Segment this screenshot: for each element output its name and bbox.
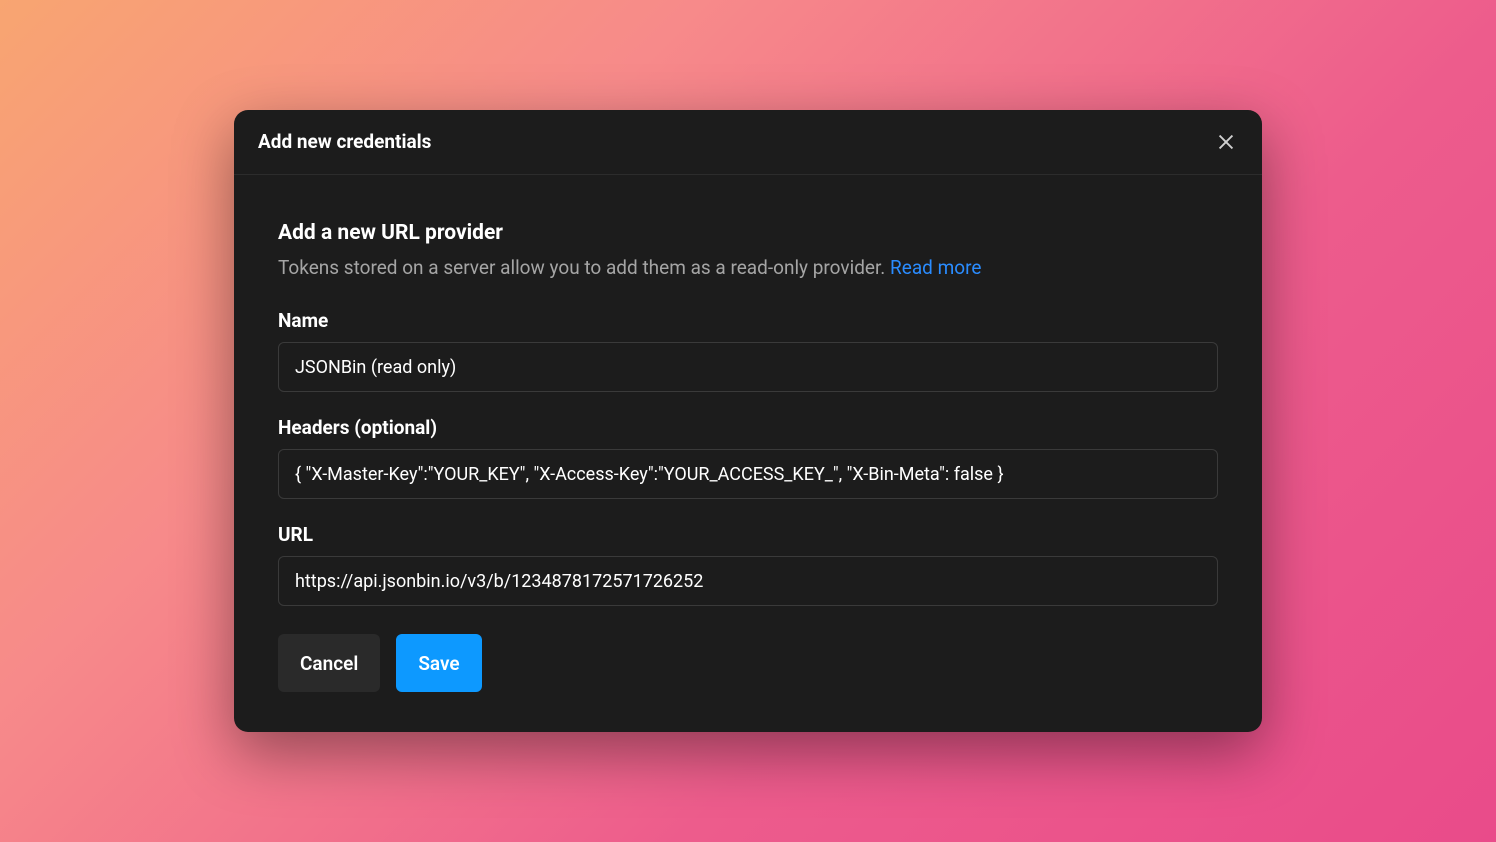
section-description: Tokens stored on a server allow you to a… [278,255,1218,282]
read-more-link[interactable]: Read more [890,256,981,279]
description-text: Tokens stored on a server allow you to a… [278,256,890,279]
close-button[interactable] [1212,128,1240,156]
url-label: URL [278,523,1218,546]
save-button[interactable]: Save [396,634,481,692]
modal-title: Add new credentials [258,130,431,153]
headers-input[interactable] [278,449,1218,499]
headers-label: Headers (optional) [278,416,1218,439]
section-title: Add a new URL provider [278,221,1218,245]
url-input[interactable] [278,556,1218,606]
name-field-group: Name [278,309,1218,392]
cancel-button[interactable]: Cancel [278,634,380,692]
modal-header: Add new credentials [234,110,1262,175]
modal-body: Add a new URL provider Tokens stored on … [234,175,1262,733]
url-field-group: URL [278,523,1218,606]
name-label: Name [278,309,1218,332]
name-input[interactable] [278,342,1218,392]
close-icon [1215,131,1237,153]
button-row: Cancel Save [278,634,1218,692]
headers-field-group: Headers (optional) [278,416,1218,499]
credentials-modal: Add new credentials Add a new URL provid… [234,110,1262,733]
